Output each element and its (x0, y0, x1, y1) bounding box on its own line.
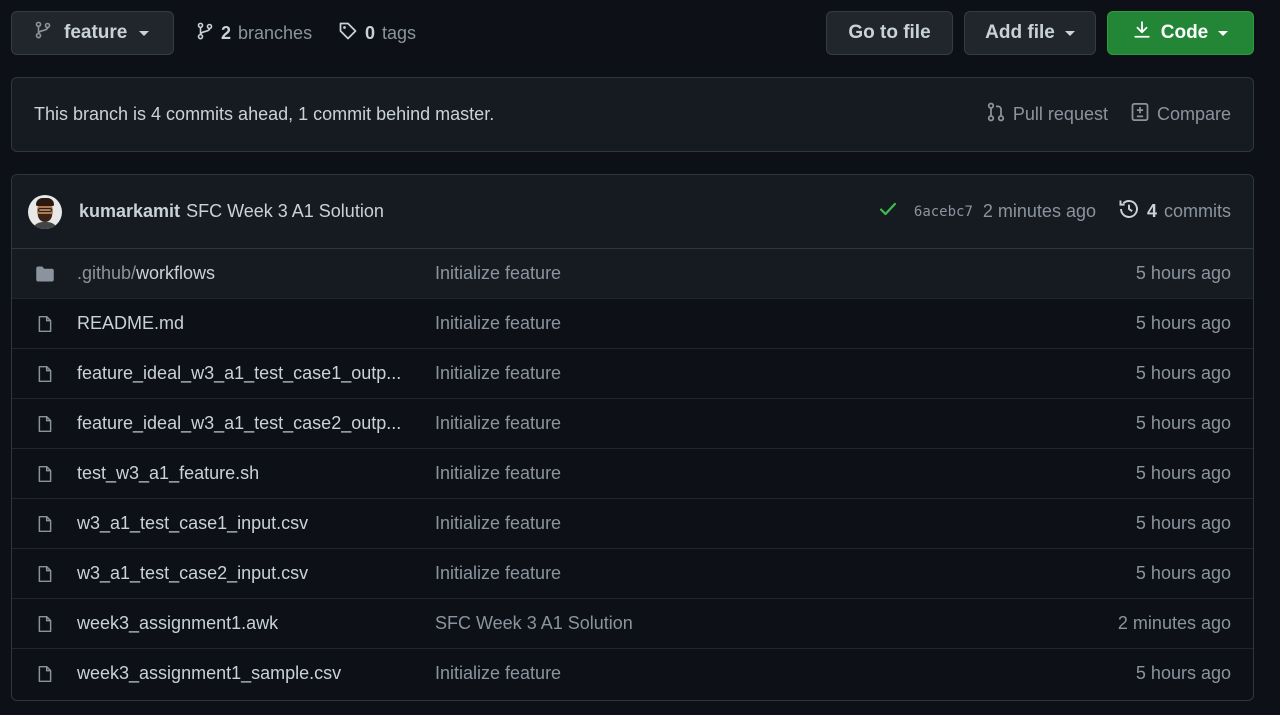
file-commit-message[interactable]: Initialize feature (435, 263, 1136, 284)
file-commit-message[interactable]: SFC Week 3 A1 Solution (435, 613, 1118, 634)
pull-request-link[interactable]: Pull request (986, 102, 1108, 127)
file-commit-message[interactable]: Initialize feature (435, 363, 1136, 384)
file-commit-message[interactable]: Initialize feature (435, 663, 1136, 684)
file-name-link[interactable]: feature_ideal_w3_a1_test_case2_outp... (77, 413, 435, 434)
download-icon (1133, 20, 1151, 46)
branch-status-notice: This branch is 4 commits ahead, 1 commit… (11, 77, 1254, 152)
commits-count: 4 (1146, 201, 1157, 221)
file-icon (33, 513, 57, 535)
code-label: Code (1160, 22, 1209, 43)
file-row[interactable]: .github/workflows Initialize feature 5 hou… (12, 249, 1253, 298)
file-commit-message[interactable]: Initialize feature (435, 563, 1136, 584)
commits-label: commits (1164, 201, 1231, 221)
tag-icon (338, 21, 358, 46)
file-name: w3_a1_test_case1_input.csv (77, 513, 309, 533)
file-name-link[interactable]: test_w3_a1_feature.sh (77, 463, 435, 484)
branch-status-text: This branch is 4 commits ahead, 1 commit… (34, 104, 495, 124)
file-name-prefix: .github/ (77, 263, 137, 283)
file-name-link[interactable]: w3_a1_test_case1_input.csv (77, 513, 435, 534)
file-name: README.md (77, 313, 185, 333)
file-name: w3_a1_test_case2_input.csv (77, 563, 309, 583)
file-row[interactable]: test_w3_a1_feature.sh Initialize feature 5… (12, 448, 1253, 498)
commit-author[interactable]: kumarkamit (79, 201, 180, 222)
file-commit-message[interactable]: Initialize feature (435, 463, 1136, 484)
file-name-link[interactable]: .github/workflows (77, 263, 435, 284)
file-icon (33, 413, 57, 435)
file-name-link[interactable]: week3_assignment1.awk (77, 613, 435, 634)
repo-toolbar: feature 2 branches 0 tags Go to file Add… (11, 11, 1254, 55)
branches-label: branches (238, 22, 313, 43)
file-commit-age: 5 hours ago (1135, 413, 1231, 433)
file-name-link[interactable]: w3_a1_test_case2_input.csv (77, 563, 435, 584)
history-icon (1118, 198, 1140, 225)
file-row[interactable]: feature_ideal_w3_a1_test_case1_outp... In… (12, 348, 1253, 398)
file-icon (33, 663, 57, 685)
branches-link[interactable]: 2 branches (196, 11, 312, 55)
file-row[interactable]: week3_assignment1_sample.csv Initialize f… (12, 648, 1253, 698)
go-to-file-button[interactable]: Go to file (826, 11, 953, 55)
file-name: feature_ideal_w3_a1_test_case1_outp... (77, 363, 402, 383)
add-file-label: Add file (985, 22, 1055, 43)
file-icon (33, 563, 57, 585)
pull-request-label: Pull request (1012, 104, 1108, 124)
file-list: .github/workflows Initialize feature 5 hou… (12, 249, 1253, 698)
chevron-down-icon (1064, 30, 1075, 36)
tags-count: 0 (365, 22, 376, 43)
file-name-link[interactable]: feature_ideal_w3_a1_test_case1_outp... (77, 363, 435, 384)
file-name-link[interactable]: README.md (77, 313, 435, 334)
file-commit-age: 5 hours ago (1135, 263, 1231, 283)
file-commit-age: 5 hours ago (1135, 313, 1231, 333)
file-commit-age: 5 hours ago (1135, 463, 1231, 483)
git-branch-icon (34, 20, 52, 46)
file-commit-age: 5 hours ago (1135, 563, 1231, 583)
file-commit-message[interactable]: Initialize feature (435, 313, 1136, 334)
file-row[interactable]: week3_assignment1.awk SFC Week 3 A1 Solut… (12, 598, 1253, 648)
tags-label: tags (382, 22, 417, 43)
file-commit-age: 5 hours ago (1135, 663, 1231, 683)
chevron-down-icon (139, 30, 150, 36)
chevron-down-icon (1218, 30, 1229, 36)
tags-link[interactable]: 0 tags (338, 11, 416, 55)
commit-message[interactable]: SFC Week 3 A1 Solution (186, 201, 384, 222)
file-row[interactable]: w3_a1_test_case2_input.csv Initialize fea… (12, 548, 1253, 598)
git-branch-icon (196, 21, 214, 46)
file-icon (33, 613, 57, 635)
file-row[interactable]: feature_ideal_w3_a1_test_case2_outp... In… (12, 398, 1253, 448)
branches-count: 2 (221, 22, 232, 43)
compare-label: Compare (1156, 104, 1231, 124)
go-to-file-label: Go to file (848, 22, 931, 43)
file-name: week3_assignment1.awk (77, 613, 279, 633)
file-icon (33, 363, 57, 385)
latest-commit-bar: kumarkamit SFC Week 3 A1 Solution 6acebc… (12, 175, 1253, 249)
check-icon[interactable] (878, 199, 898, 224)
code-button[interactable]: Code (1107, 11, 1254, 55)
file-row[interactable]: w3_a1_test_case1_input.csv Initialize fea… (12, 498, 1253, 548)
branch-name: feature (64, 22, 128, 43)
commit-sha[interactable]: 6acebc7 (914, 204, 973, 220)
add-file-button[interactable]: Add file (964, 11, 1096, 55)
file-icon (33, 313, 57, 335)
folder-icon (33, 264, 57, 284)
file-row[interactable]: README.md Initialize feature 5 hours ago (12, 298, 1253, 348)
pull-request-icon (986, 102, 1006, 127)
branch-select-button[interactable]: feature (11, 11, 174, 55)
file-browser: kumarkamit SFC Week 3 A1 Solution 6acebc… (11, 174, 1254, 701)
file-commit-age: 5 hours ago (1135, 513, 1231, 533)
file-name: week3_assignment1_sample.csv (77, 663, 342, 683)
compare-icon (1130, 102, 1150, 127)
compare-link[interactable]: Compare (1130, 102, 1231, 127)
file-commit-age: 2 minutes ago (1117, 613, 1231, 633)
file-commit-message[interactable]: Initialize feature (435, 513, 1136, 534)
file-commit-age: 5 hours ago (1135, 363, 1231, 383)
file-commit-message[interactable]: Initialize feature (435, 413, 1136, 434)
file-icon (33, 463, 57, 485)
file-name: feature_ideal_w3_a1_test_case2_outp... (77, 413, 402, 433)
file-name-link[interactable]: week3_assignment1_sample.csv (77, 663, 435, 684)
avatar[interactable] (28, 194, 62, 229)
commit-time: 2 minutes ago (982, 201, 1096, 221)
file-name: test_w3_a1_feature.sh (77, 463, 260, 483)
commits-history-link[interactable]: 4 commits (1118, 198, 1231, 225)
file-name: workflows (136, 263, 216, 283)
